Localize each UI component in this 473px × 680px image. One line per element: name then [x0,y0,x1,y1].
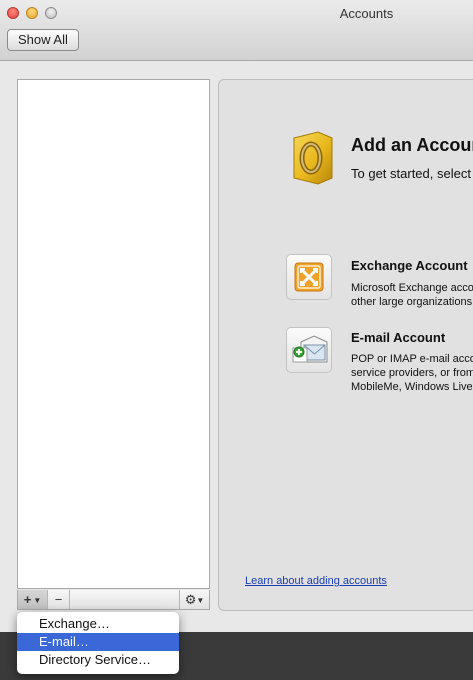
menu-item-exchange[interactable]: Exchange… [17,615,179,633]
add-account-subheading: To get started, select an account type. [351,166,473,181]
exchange-account-button[interactable] [286,254,332,300]
menu-item-directory-service[interactable]: Directory Service… [17,651,179,669]
exchange-icon [294,262,324,292]
desc-line: POP or IMAP e-mail accounts from Interne… [351,353,473,365]
email-account-title[interactable]: E-mail Account [351,330,445,345]
remove-account-button[interactable]: − [48,590,70,609]
title-bar: Accounts Show All [0,0,473,61]
desc-line: service providers, or from e-mail servic… [351,367,473,379]
menu-item-email[interactable]: E-mail… [17,633,179,651]
add-account-button[interactable]: + ▼ [18,590,48,609]
add-account-panel [218,79,473,611]
add-icon: + [23,592,32,607]
email-account-button[interactable] [286,327,332,373]
exchange-account-description: Microsoft Exchange accounts are used by … [351,281,473,309]
exchange-account-title[interactable]: Exchange Account [351,258,468,273]
desc-line: other large organizations. [351,296,473,308]
accounts-list-toolbar: + ▼ − ⚙▼ [17,590,210,610]
accounts-list[interactable] [17,79,210,589]
dropdown-caret-icon: ▼ [33,596,42,605]
desc-line: MobileMe, Windows Live Hotmail, Gmail, o… [351,381,473,393]
show-all-button[interactable]: Show All [7,29,79,51]
email-account-description: POP or IMAP e-mail accounts from Interne… [351,352,473,394]
add-account-heading: Add an Account [351,135,473,155]
accounts-window: Accounts Show All +▼ − ⚙▼ Add an Account… [0,0,473,632]
dropdown-caret-icon: ▼ [196,596,205,605]
learn-about-accounts-link[interactable]: Learn about adding accounts [245,575,387,587]
account-actions-button[interactable]: ⚙▼ [179,590,209,609]
add-account-menu: Exchange… E-mail… Directory Service… [17,612,179,674]
outlook-logo-icon [293,131,333,185]
window-title: Accounts [339,6,394,21]
desc-line: Microsoft Exchange accounts are used by [351,282,473,294]
email-icon [292,335,328,363]
gear-icon: ⚙ [184,592,197,607]
